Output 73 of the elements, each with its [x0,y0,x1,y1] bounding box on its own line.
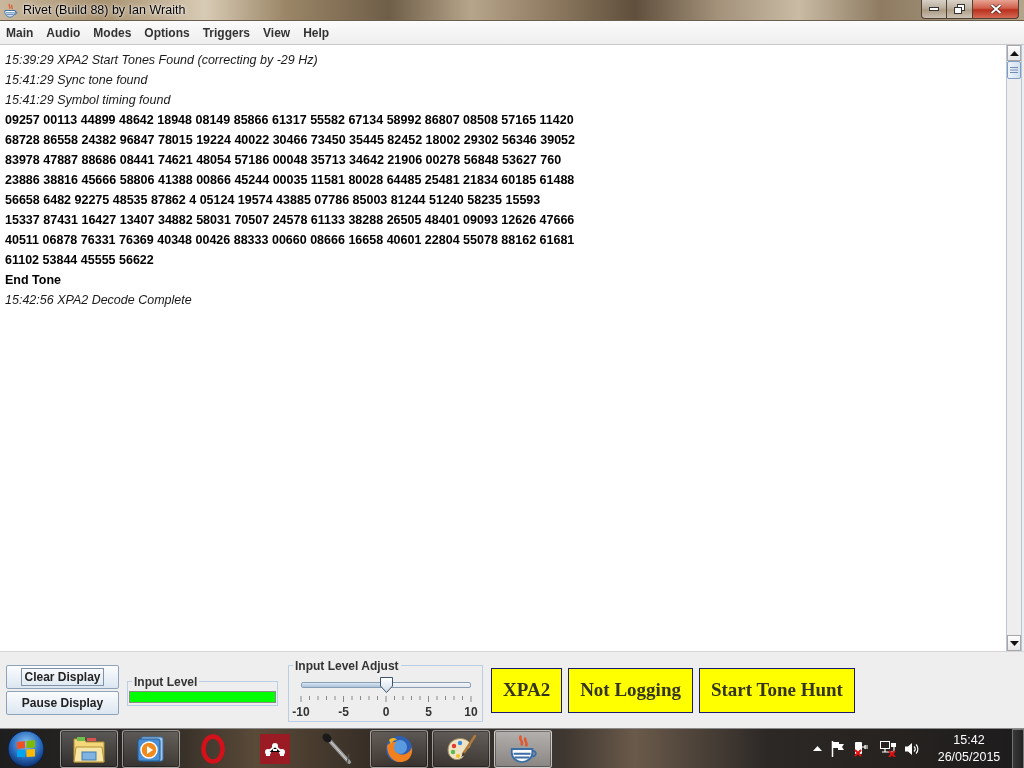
menu-item[interactable]: View [256,23,297,42]
logo-tile-icon [260,733,290,764]
display-button[interactable]: Clear Display [6,665,119,689]
taskbar-app-button[interactable] [370,729,428,768]
flag-tray-button[interactable] [831,740,845,757]
taskbar-app-button[interactable] [432,729,490,768]
clock-date: 26/05/2015 [937,748,1001,766]
panel-title: Input Level [133,674,199,689]
log-line: 15:41:29 Sync tone found [5,72,149,89]
scale-label: -10 [291,704,311,719]
minimize-icon [929,7,939,11]
coffee-cup-icon [508,733,538,764]
log-line: 61102 53844 45555 56622 [5,252,155,269]
power-plug-icon [854,740,869,757]
taskbar-app-button[interactable] [60,729,118,768]
taskbar-app-button[interactable] [494,729,552,768]
slider-thumb[interactable] [379,676,393,693]
close-icon [989,4,1002,14]
taskbar-app-button[interactable] [122,729,180,768]
menu-item[interactable]: Main [0,23,40,42]
scroll-up-button[interactable] [1007,45,1021,61]
minimize-button[interactable] [921,0,947,19]
grip-icon [1010,67,1018,73]
log-line: End Tone [5,272,62,289]
log-line: 15:41:29 Symbol timing found [5,92,172,109]
show-hidden-icons-button[interactable] [813,746,822,751]
mode-button[interactable]: Start Tone Hunt [698,667,855,713]
restore-icon [954,4,965,14]
show-desktop-button[interactable] [1012,728,1024,768]
mode-button[interactable]: Not Logging [568,667,693,713]
flag-icon [831,740,845,757]
menu-item[interactable]: Options [137,23,197,42]
network-tray-button[interactable] [880,740,897,757]
coffee-cup-icon [3,2,18,18]
start-orb-icon [7,729,45,768]
down-arrow-icon [1009,640,1019,646]
network-icon [880,740,897,757]
log-line: 40511 06878 76331 76369 40348 00426 88333 00660 08666 16658 40601 22804 55078 88162 61681 [5,232,576,249]
scale-label: 5 [424,704,433,719]
globe-icon [384,733,414,764]
menu-item[interactable]: Help [296,23,336,42]
log-line: 83978 47887 88686 08441 74621 48054 57186 00048 35713 34642 21906 00278 56848 53627 760 [5,152,563,169]
scroll-down-button[interactable] [1007,635,1021,651]
log-line: 15:39:29 XPA2 Start Tones Found (correcting by -29 Hz) [5,52,319,69]
clock-time: 15:42 [953,731,985,749]
menu-item[interactable]: Triggers [196,23,257,42]
scale-label: 10 [463,704,479,719]
log-line: 15:42:56 XPA2 Decode Complete [5,292,193,309]
play-icon [137,734,165,763]
log-line: 56658 6482 92275 48535 87862 4 05124 19574 43885 07786 85003 81244 51240 58235 15593 [5,192,542,209]
close-button[interactable] [973,0,1019,19]
scrollbar-thumb[interactable] [1007,61,1021,79]
panel-title: Input Level Adjust [294,658,400,673]
power-tray-button[interactable] [854,740,869,757]
menu-item[interactable]: Modes [86,23,138,42]
restore-button[interactable] [947,0,973,19]
letter-o-ring-icon [201,733,225,764]
up-arrow-icon [813,746,822,751]
scale-label: 0 [381,704,391,719]
menu-item[interactable]: Audio [39,23,87,42]
speaker-icon [904,740,920,757]
scale-label: -5 [337,704,350,719]
up-arrow-icon [1009,50,1019,56]
window-title: Rivet (Build 88) by Ian Wraith [23,3,186,17]
folder-icon [73,734,105,763]
mode-button[interactable]: XPA2 [491,667,563,713]
display-button[interactable]: Pause Display [6,691,119,715]
log-line: 09257 00113 44899 48642 18948 08149 85866 61317 55582 67134 58992 86807 08508 57165 11420 [5,112,575,129]
log-line: 68728 86558 24382 96847 78015 19224 40022 30466 73450 35445 82452 18002 29302 56346 39052 [5,132,576,149]
log-line: 23886 38816 45666 58806 41388 00866 45244 00035 11581 80028 64485 25481 21834 60185 61488 [5,172,576,189]
scrollbar[interactable] [1006,45,1022,651]
volume-tray-button[interactable] [904,740,920,757]
log-line: 15337 87431 16427 13407 34882 58031 70507 24578 61133 38288 26505 48401 09093 12626 47666 [5,212,576,229]
